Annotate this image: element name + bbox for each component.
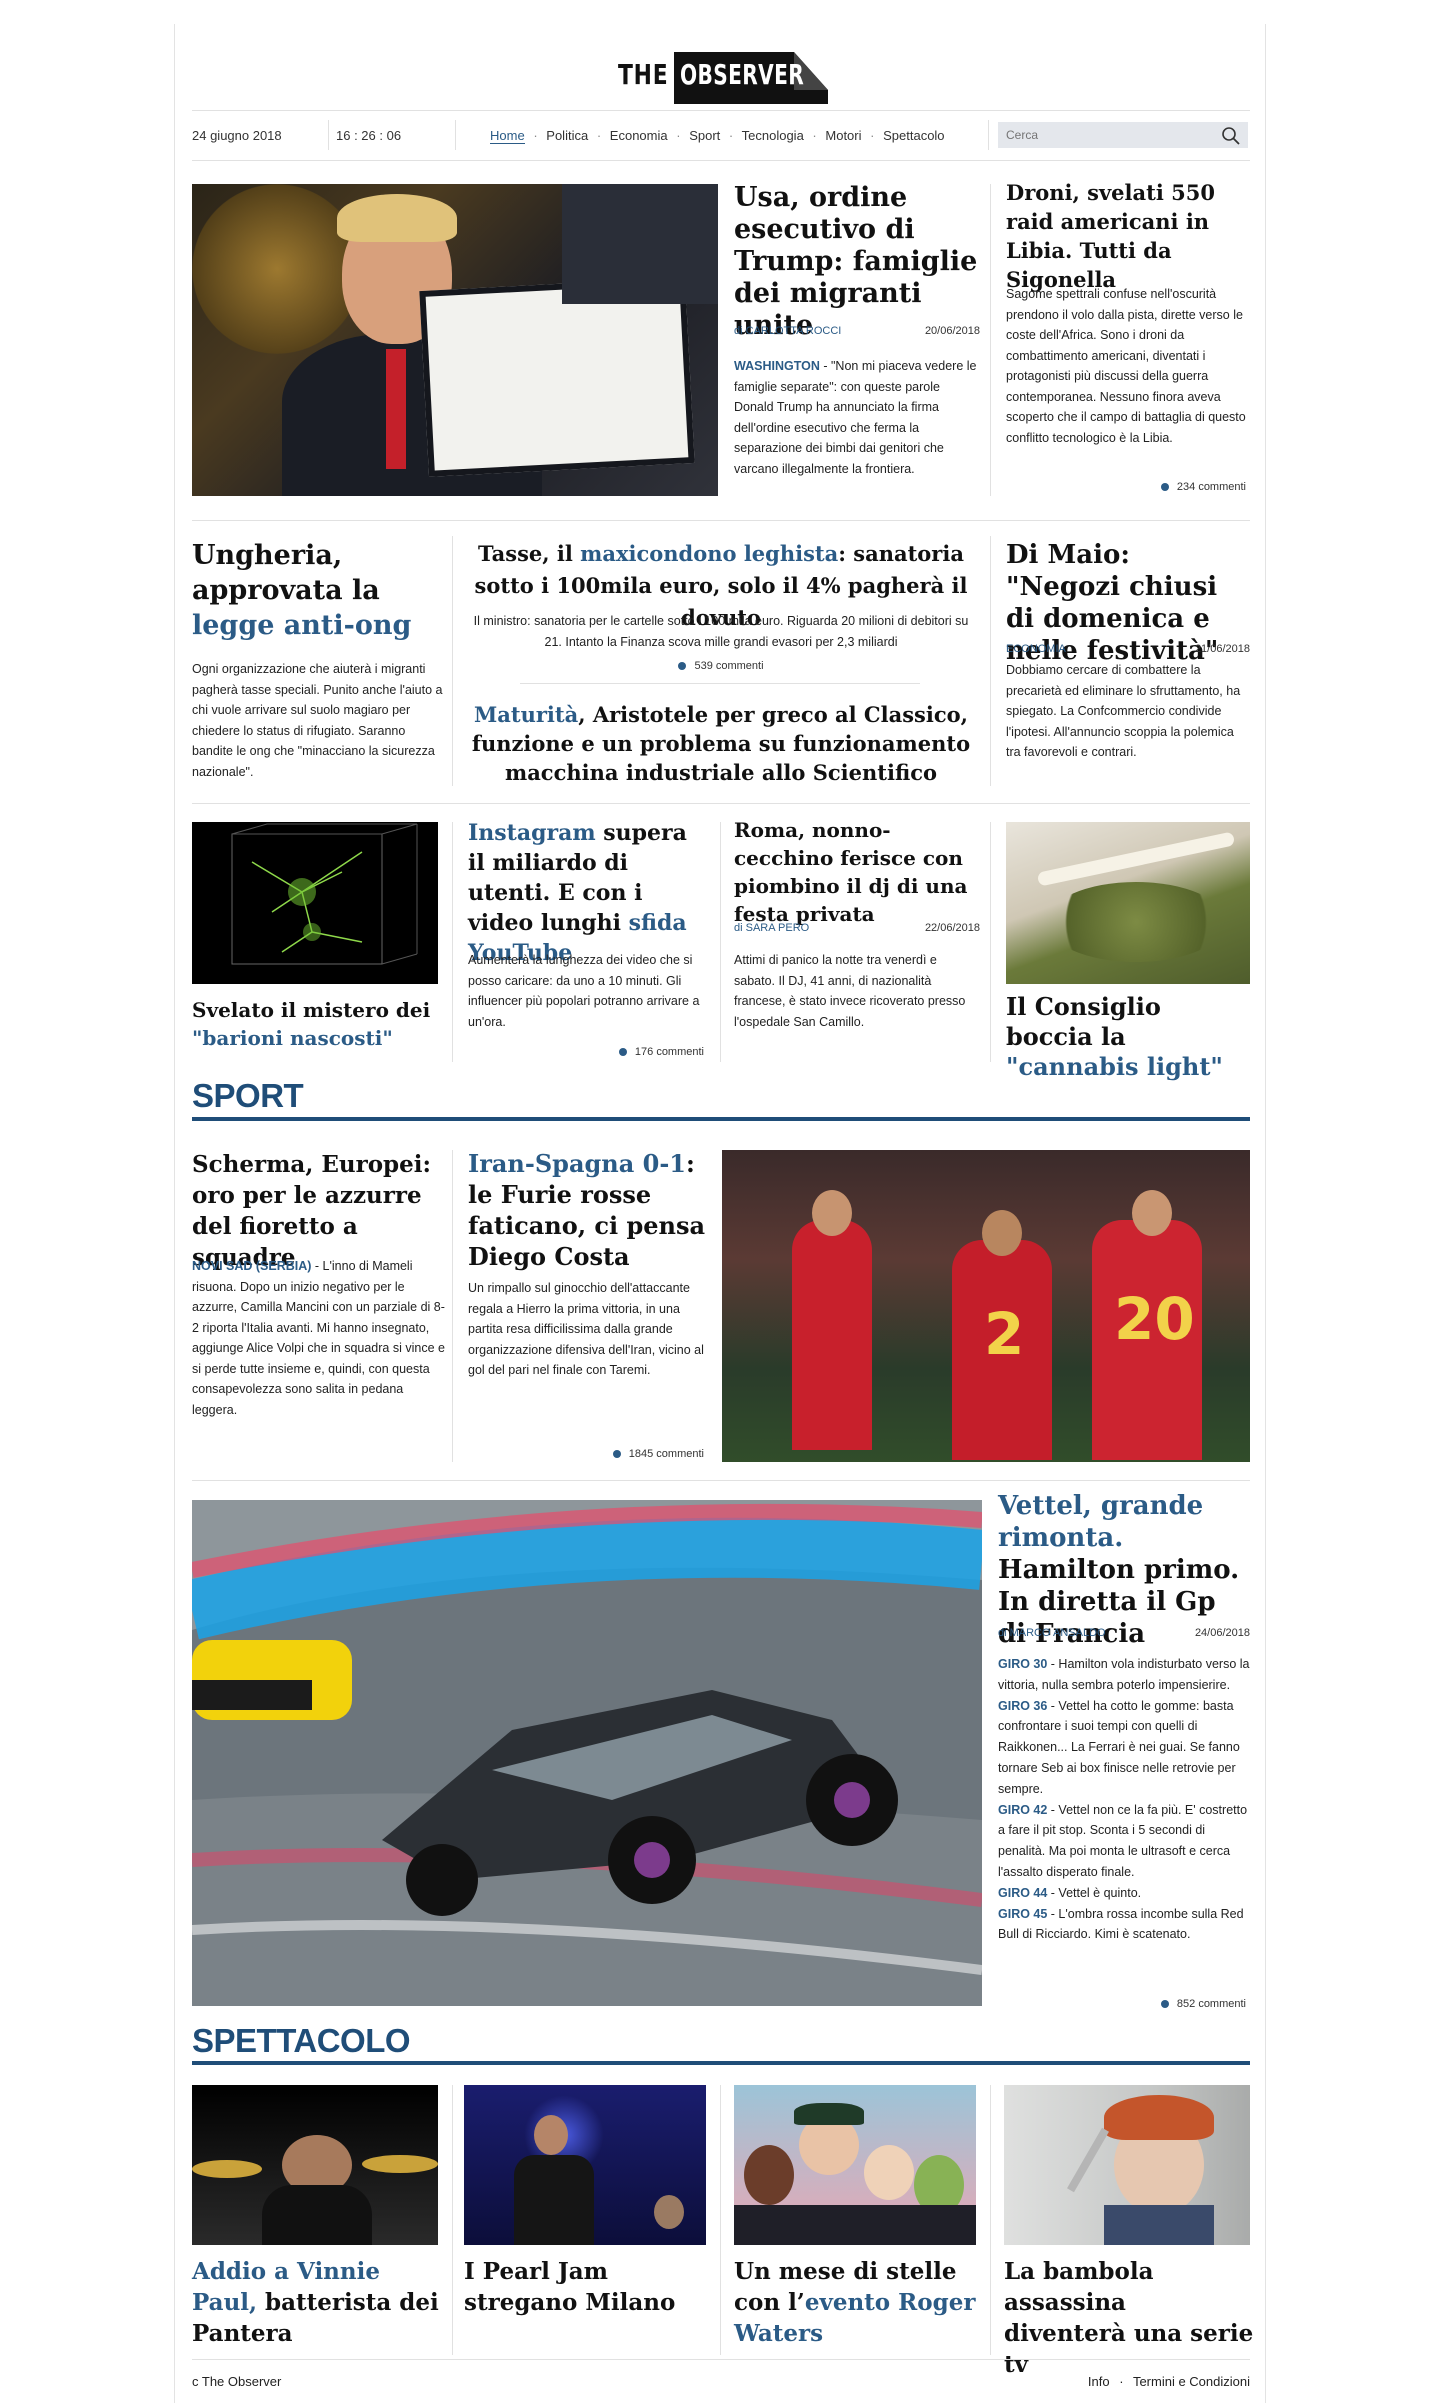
drones-summary: Sagome spettrali confuse nell'oscurità p… <box>1006 287 1246 445</box>
nav-home[interactable]: Home <box>490 128 525 144</box>
live-update: GIRO 45 - L'ombra rossa incombe sulla Re… <box>998 1906 1244 1942</box>
lead-date: 20/06/2018 <box>924 325 980 337</box>
chucky-photo[interactable] <box>1004 2085 1250 2245</box>
trump-executive-order-photo[interactable] <box>192 184 718 496</box>
drones-comments[interactable]: 234 commenti <box>1006 481 1246 493</box>
pearl-jam-headline[interactable]: I Pearl Jam stregano Milano <box>464 2256 710 2318</box>
nav-motori[interactable]: Motori <box>825 128 861 143</box>
roma-summary: Attimi di panico la notte tra venerdì e … <box>734 953 966 1029</box>
tax-comments[interactable]: 539 commenti <box>468 660 974 672</box>
lead-headline[interactable]: Usa, ordine esecutivo di Trump: famiglie… <box>734 182 980 342</box>
lead-author[interactable]: di CARLOTTA ROCCI <box>734 325 841 337</box>
nav-politica[interactable]: Politica <box>546 128 588 143</box>
lead-meta: di CARLOTTA ROCCI 20/06/2018 <box>734 325 980 337</box>
lead-place: WASHINGTON <box>734 359 820 373</box>
current-time: 16 : 26 : 06 <box>336 128 402 143</box>
footer-links: Info · Termini e Condizioni <box>1087 2374 1250 2389</box>
f1-race-photo[interactable] <box>192 1500 982 2006</box>
drones-headline[interactable]: Droni, svelati 550 raid americani in Lib… <box>1006 178 1250 294</box>
cosmic-web-graphic <box>231 823 418 965</box>
iran-spagna-headline[interactable]: Iran-Spagna 0-1: le Furie rosse faticano… <box>468 1148 708 1272</box>
live-update: GIRO 44 - Vettel è quinto. <box>998 1885 1142 1900</box>
pearl-jam-photo[interactable] <box>464 2085 706 2245</box>
tax-summary: Il ministro: sanatoria per le cartelle s… <box>473 614 969 649</box>
live-update: GIRO 36 - Vettel ha cotto le gomme: bast… <box>998 1698 1240 1796</box>
barioni-image[interactable] <box>192 822 438 984</box>
vinnie-paul-photo[interactable] <box>192 2085 438 2245</box>
search-input[interactable] <box>998 122 1248 148</box>
nav-tecnologia[interactable]: Tecnologia <box>742 128 804 143</box>
site-logo[interactable]: THE OBSERVER <box>618 48 828 104</box>
main-nav: Home · Politica · Economia · Sport · Tec… <box>490 128 945 144</box>
dimaio-summary: Dobbiamo cercare di combattere la precar… <box>1006 663 1241 759</box>
comment-dot-icon <box>678 662 687 671</box>
iran-spagna-summary: Un rimpallo sul ginocchio dell'attaccant… <box>468 1281 704 1377</box>
search-icon[interactable] <box>1221 126 1241 146</box>
current-date: 24 giugno 2018 <box>192 128 282 143</box>
chucky-headline[interactable]: La bambola assassina diventerà una serie… <box>1004 2256 1254 2380</box>
instagram-headline[interactable]: Instagram supera il miliardo di utenti. … <box>468 818 706 968</box>
scherma-place: NOVI SAD (SERBIA) <box>192 1259 312 1273</box>
live-update: GIRO 30 - Hamilton vola indisturbato ver… <box>998 1657 1250 1692</box>
f1-live-updates: GIRO 30 - Hamilton vola indisturbato ver… <box>998 1654 1250 1945</box>
roma-meta: di SARA PERO 22/06/2018 <box>734 922 980 934</box>
gorillaz-roger-waters-image[interactable] <box>734 2085 976 2245</box>
logo-the: THE <box>618 58 669 91</box>
f1-meta: di MARCO ANSALDO 24/06/2018 <box>998 1627 1250 1639</box>
iran-spagna-comments[interactable]: 1845 commenti <box>468 1448 704 1460</box>
comment-dot-icon <box>1160 483 1169 492</box>
nav-spettacolo[interactable]: Spettacolo <box>883 128 944 143</box>
comment-dot-icon <box>1160 2000 1169 2009</box>
barioni-headline[interactable]: Svelato il mistero dei "barioni nascosti… <box>192 996 442 1052</box>
dimaio-section[interactable]: ECONOMIA <box>1006 643 1066 655</box>
roger-waters-headline[interactable]: Un mese di stelle con l’evento Roger Wat… <box>734 2256 980 2349</box>
vinnie-paul-headline[interactable]: Addio a Vinnie Paul, batterista dei Pant… <box>192 2256 452 2349</box>
hungary-summary: Ogni organizzazione che aiuterà i migran… <box>192 662 443 779</box>
f1-headline[interactable]: Vettel, grande rimonta. Hamilton primo. … <box>998 1490 1250 1650</box>
footer-copyright: c The Observer <box>192 2374 282 2389</box>
scherma-headline[interactable]: Scherma, Europei: oro per le azzurre del… <box>192 1149 446 1273</box>
race-track-graphic <box>192 1500 982 2006</box>
footer-info-link[interactable]: Info <box>1088 2374 1110 2389</box>
spettacolo-section-title[interactable]: SPETTACOLO <box>192 2022 411 2060</box>
lead-summary: WASHINGTON - "Non mi piaceva vedere le f… <box>734 359 977 476</box>
sport-section-rule <box>192 1117 1250 1121</box>
nav-economia[interactable]: Economia <box>610 128 668 143</box>
maturita-headline[interactable]: Maturità, Aristotele per greco al Classi… <box>468 700 974 787</box>
hungary-headline[interactable]: Ungheria, approvata la legge anti-ong <box>192 538 442 643</box>
spettacolo-section-rule <box>192 2061 1250 2065</box>
cannabis-headline[interactable]: Il Consiglio boccia la "cannabis light" <box>1006 992 1250 1082</box>
scherma-summary: NOVI SAD (SERBIA) - L'inno di Mameli ris… <box>192 1259 445 1417</box>
comment-dot-icon <box>618 1048 627 1057</box>
spain-team-photo[interactable]: 2 20 <box>722 1150 1250 1462</box>
instagram-comments[interactable]: 176 commenti <box>468 1046 704 1058</box>
sport-section-title[interactable]: SPORT <box>192 1077 304 1115</box>
nav-sport[interactable]: Sport <box>689 128 720 143</box>
dimaio-meta: ECONOMIA 21/06/2018 <box>1006 643 1250 655</box>
roma-headline[interactable]: Roma, nonno- cecchino ferisce con piombi… <box>734 816 980 928</box>
roma-author[interactable]: di SARA PERO <box>734 922 809 934</box>
comment-dot-icon <box>612 1450 621 1459</box>
instagram-summary: Aumenterà la lunghezza dei video che si … <box>468 953 700 1029</box>
cannabis-image[interactable] <box>1006 822 1250 984</box>
live-update: GIRO 42 - Vettel non ce la fa più. E' co… <box>998 1802 1248 1879</box>
f1-author[interactable]: di MARCO ANSALDO <box>998 1627 1106 1639</box>
f1-comments[interactable]: 852 commenti <box>998 1998 1246 2010</box>
footer-terms-link[interactable]: Termini e Condizioni <box>1133 2374 1250 2389</box>
logo-observer: OBSERVER <box>680 58 805 91</box>
